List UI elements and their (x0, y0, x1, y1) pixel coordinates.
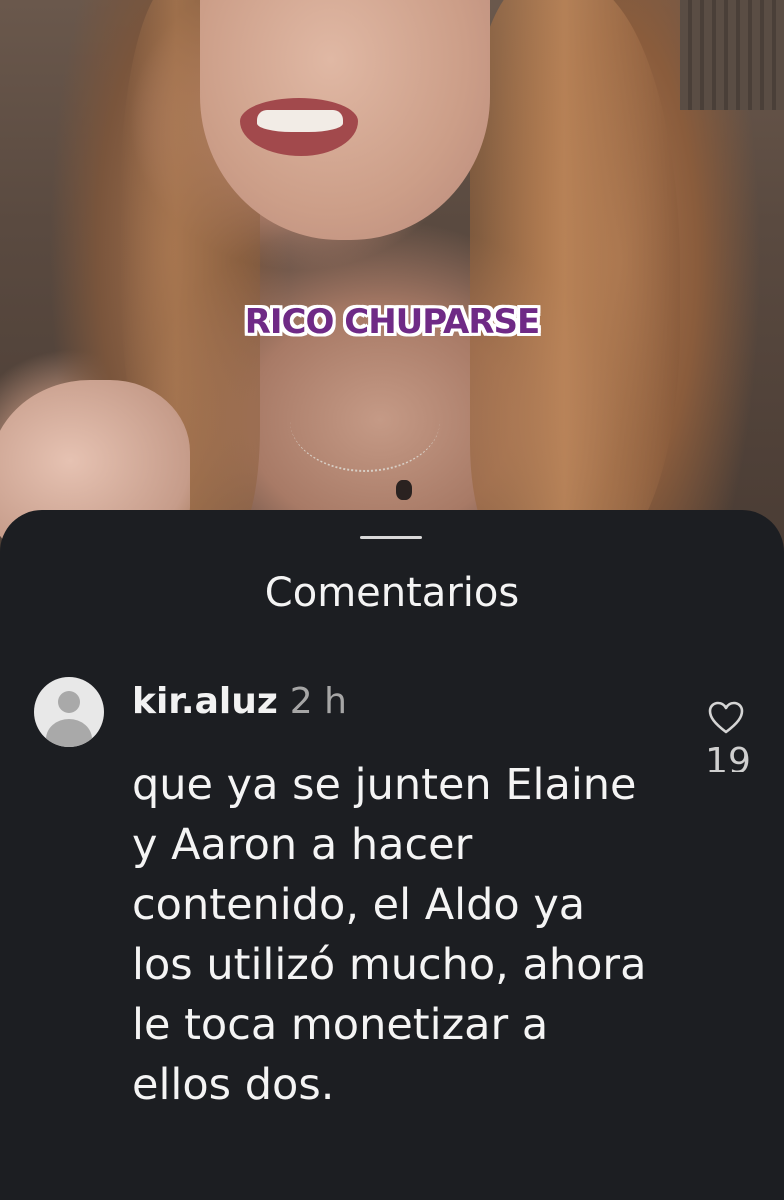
comment-username[interactable]: kir.aluz (132, 681, 278, 722)
heart-icon[interactable] (706, 700, 746, 736)
background-window (680, 0, 784, 110)
video-frame-pendant (396, 480, 412, 500)
like-count: 19 (705, 742, 751, 772)
avatar-head-icon (58, 691, 80, 713)
video-frame-teeth (257, 110, 343, 132)
video-caption: RICO CHUPARSE (244, 302, 541, 342)
heart-icon-svg (708, 701, 744, 734)
comment-timestamp: 2 h (289, 681, 347, 722)
video-frame-necklace (290, 370, 440, 472)
comments-sheet: Comentarios kir.aluz 2 h que ya se junten… (0, 510, 784, 1200)
avatar[interactable] (34, 677, 104, 747)
comment-text: que ya se junten Elaine y Aaron a hacer … (132, 760, 647, 1110)
video-frame-hair-right (470, 0, 680, 560)
sheet-drag-handle[interactable] (360, 536, 422, 539)
comment-meta: kir.aluz 2 h (132, 680, 347, 724)
comments-title: Comentarios (264, 570, 520, 616)
video-player[interactable]: RICO CHUPARSE (0, 0, 784, 560)
avatar-body-icon (46, 719, 92, 747)
